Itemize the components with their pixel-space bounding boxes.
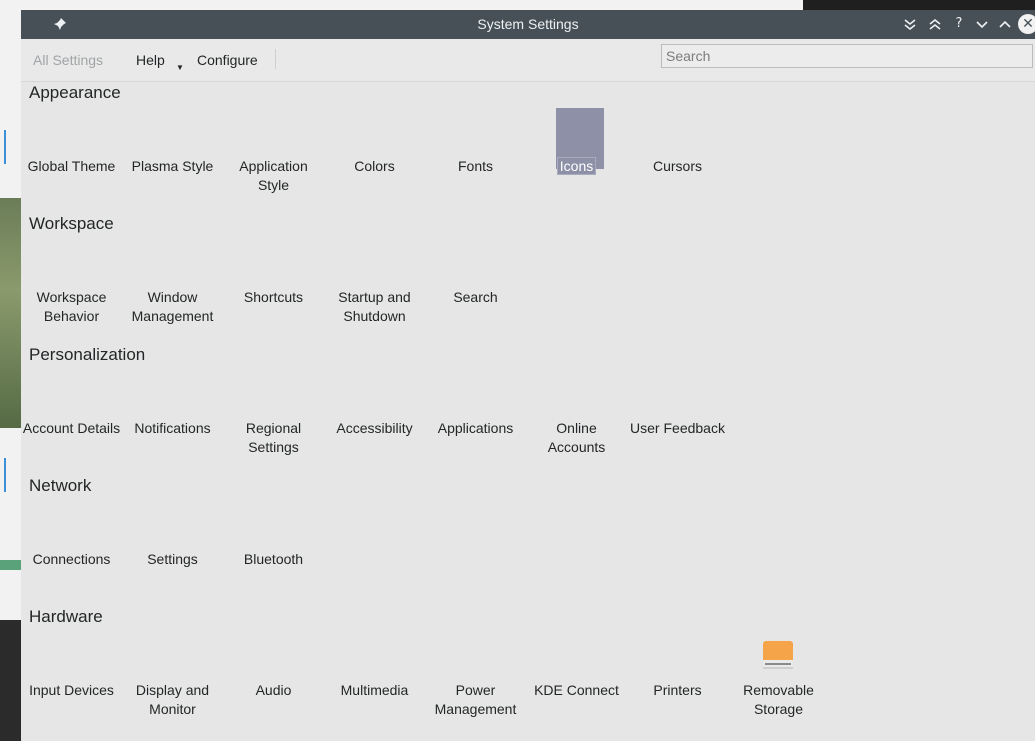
help-menu-button[interactable]: Help: [136, 51, 165, 69]
removable-storage-icon: [763, 641, 793, 669]
help-icon[interactable]: ?: [951, 16, 967, 32]
item-label: Fonts: [457, 158, 493, 174]
item-label: User Feedback: [630, 420, 725, 436]
item-label: Workspace Behavior: [36, 289, 107, 324]
help-menu-arrow-icon: ▼: [176, 63, 184, 72]
item-label: Settings: [147, 551, 198, 567]
toolbar-separator: [275, 49, 276, 69]
item-label: Display and Monitor: [135, 682, 210, 717]
item-label: Bluetooth: [243, 551, 304, 567]
item-online-accounts[interactable]: Online Accounts: [526, 385, 627, 471]
item-label: Cursors: [652, 158, 702, 174]
section-workspace: Workspace Workspace Behavior Window Mana…: [21, 212, 1035, 343]
item-display-and-monitor[interactable]: Display and Monitor: [122, 647, 223, 733]
item-label: Printers: [653, 682, 702, 698]
item-label: Global Theme: [27, 158, 116, 174]
item-applications[interactable]: Applications: [425, 385, 526, 471]
toolbar: All Settings Help ▼ Configure: [21, 39, 1035, 82]
item-label: Power Management: [434, 682, 517, 717]
item-colors[interactable]: Colors: [324, 123, 425, 209]
background-green-bar: [0, 560, 22, 570]
item-label: Window Management: [131, 289, 214, 324]
item-fonts[interactable]: Fonts: [425, 123, 526, 209]
keep-above-icon[interactable]: [927, 16, 943, 32]
all-settings-button[interactable]: All Settings: [33, 51, 103, 69]
item-user-feedback[interactable]: User Feedback: [627, 385, 728, 471]
background-window-top: [22, 0, 803, 10]
section-title: Personalization: [29, 345, 146, 364]
item-account-details[interactable]: Account Details: [21, 385, 122, 471]
item-icons[interactable]: Icons: [526, 108, 627, 209]
item-label: Audio: [255, 682, 292, 698]
maximize-icon[interactable]: [997, 16, 1013, 32]
background-quote-bar: [4, 130, 6, 164]
section-title: Workspace: [29, 214, 114, 233]
item-label: Colors: [354, 158, 395, 174]
item-multimedia[interactable]: Multimedia: [324, 647, 425, 733]
minimize-icon[interactable]: [974, 16, 990, 32]
window-title: System Settings: [477, 16, 579, 32]
item-connections[interactable]: Connections: [21, 516, 122, 602]
section-appearance: Appearance Global Theme Plasma Style App…: [21, 81, 1035, 212]
item-label: Plasma Style: [131, 158, 214, 174]
section-title: Appearance: [29, 83, 121, 102]
item-label: Application Style: [239, 158, 308, 193]
configure-button[interactable]: Configure: [197, 51, 258, 69]
item-label: Notifications: [134, 420, 211, 436]
item-window-management[interactable]: Window Management: [122, 254, 223, 340]
item-label: Accessibility: [336, 420, 413, 436]
search-input[interactable]: [661, 44, 1033, 68]
item-label: Icons: [526, 157, 627, 176]
item-shortcuts[interactable]: Shortcuts: [223, 254, 324, 340]
item-plasma-style[interactable]: Plasma Style: [122, 123, 223, 209]
item-audio[interactable]: Audio: [223, 647, 324, 733]
background-quote-bar: [4, 458, 6, 492]
item-label: Applications: [437, 420, 514, 436]
titlebar: System Settings ? ✕: [21, 10, 1035, 39]
section-title: Network: [29, 476, 92, 495]
system-settings-window: System Settings ? ✕ All Settings Help ▼ …: [21, 10, 1035, 741]
item-global-theme[interactable]: Global Theme: [21, 123, 122, 209]
item-label: Removable Storage: [743, 682, 814, 717]
item-label: Regional Settings: [245, 420, 302, 455]
section-hardware: Hardware Input Devices Display and Monit…: [21, 605, 1035, 736]
keep-below-icon[interactable]: [902, 16, 918, 32]
item-search[interactable]: Search: [425, 254, 526, 340]
section-network: Network Connections Settings Bluetooth: [21, 474, 1035, 605]
settings-overview: Appearance Global Theme Plasma Style App…: [21, 81, 1035, 741]
item-cursors[interactable]: Cursors: [627, 123, 728, 209]
section-personalization: Personalization Account Details Notifica…: [21, 343, 1035, 474]
item-label: Shortcuts: [243, 289, 304, 305]
item-kde-connect[interactable]: KDE Connect: [526, 647, 627, 733]
item-label: KDE Connect: [534, 682, 619, 698]
item-label-text: Icons: [556, 157, 597, 175]
item-regional-settings[interactable]: Regional Settings: [223, 385, 324, 471]
section-title: Hardware: [29, 607, 103, 626]
item-label: Search: [453, 289, 498, 305]
item-workspace-behavior[interactable]: Workspace Behavior: [21, 254, 122, 340]
item-input-devices[interactable]: Input Devices: [21, 647, 122, 733]
item-label: Connections: [32, 551, 111, 567]
item-label: Online Accounts: [547, 420, 606, 455]
item-printers[interactable]: Printers: [627, 647, 728, 733]
item-power-management[interactable]: Power Management: [425, 647, 526, 733]
background-window-left: [0, 0, 22, 620]
item-startup-and-shutdown[interactable]: Startup and Shutdown: [324, 254, 425, 340]
item-notifications[interactable]: Notifications: [122, 385, 223, 471]
item-bluetooth[interactable]: Bluetooth: [223, 516, 324, 602]
item-removable-storage[interactable]: Removable Storage: [728, 641, 829, 733]
item-label: Multimedia: [340, 682, 409, 698]
background-image-strip: [0, 198, 22, 428]
item-label: Account Details: [22, 420, 121, 436]
item-label: Input Devices: [29, 682, 114, 698]
item-application-style[interactable]: Application Style: [223, 123, 324, 209]
close-icon[interactable]: ✕: [1018, 14, 1035, 34]
background-window-top-right: [803, 0, 1035, 10]
item-network-settings[interactable]: Settings: [122, 516, 223, 602]
item-accessibility[interactable]: Accessibility: [324, 385, 425, 471]
item-label: Startup and Shutdown: [338, 289, 411, 324]
